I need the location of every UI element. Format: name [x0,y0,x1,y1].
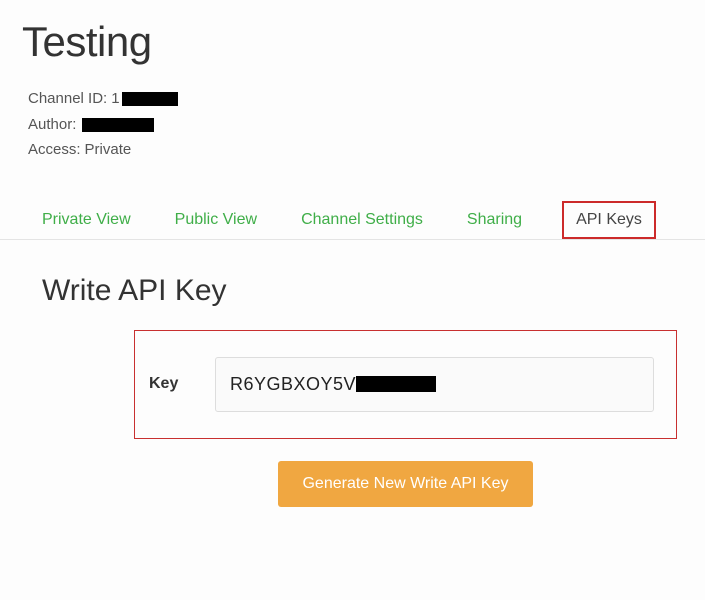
redacted-icon [82,118,154,132]
tab-private-view[interactable]: Private View [38,201,135,239]
author-row: Author: [28,112,705,138]
page-title: Testing [22,18,705,66]
channel-id-row: Channel ID: 1 [28,86,705,112]
author-value [80,112,154,138]
access-row: Access: Private [28,137,705,163]
author-label: Author: [28,112,76,138]
tab-api-keys[interactable]: API Keys [562,201,656,239]
tab-public-view[interactable]: Public View [171,201,261,239]
redacted-icon [356,376,436,392]
access-label: Access: [28,137,81,163]
section-title: Write API Key [42,274,705,308]
tab-sharing[interactable]: Sharing [463,201,526,239]
key-input[interactable]: R6YGBXOY5V [215,357,654,412]
write-api-key-section: Write API Key Key R6YGBXOY5V Generate Ne… [0,274,705,507]
key-panel: Key R6YGBXOY5V [134,330,677,439]
redacted-icon [122,92,178,106]
channel-meta: Channel ID: 1 Author: Access: Private [28,86,705,163]
generate-key-button[interactable]: Generate New Write API Key [278,461,532,507]
key-label: Key [135,375,215,393]
channel-id-prefix: 1 [111,90,119,107]
button-row: Generate New Write API Key [134,461,677,507]
tab-channel-settings[interactable]: Channel Settings [297,201,427,239]
channel-id-label: Channel ID: [28,86,107,112]
channel-id-value: 1 [111,86,177,112]
tabs: Private View Public View Channel Setting… [0,201,705,240]
key-value-visible: R6YGBXOY5V [230,374,356,395]
access-value: Private [85,137,132,163]
